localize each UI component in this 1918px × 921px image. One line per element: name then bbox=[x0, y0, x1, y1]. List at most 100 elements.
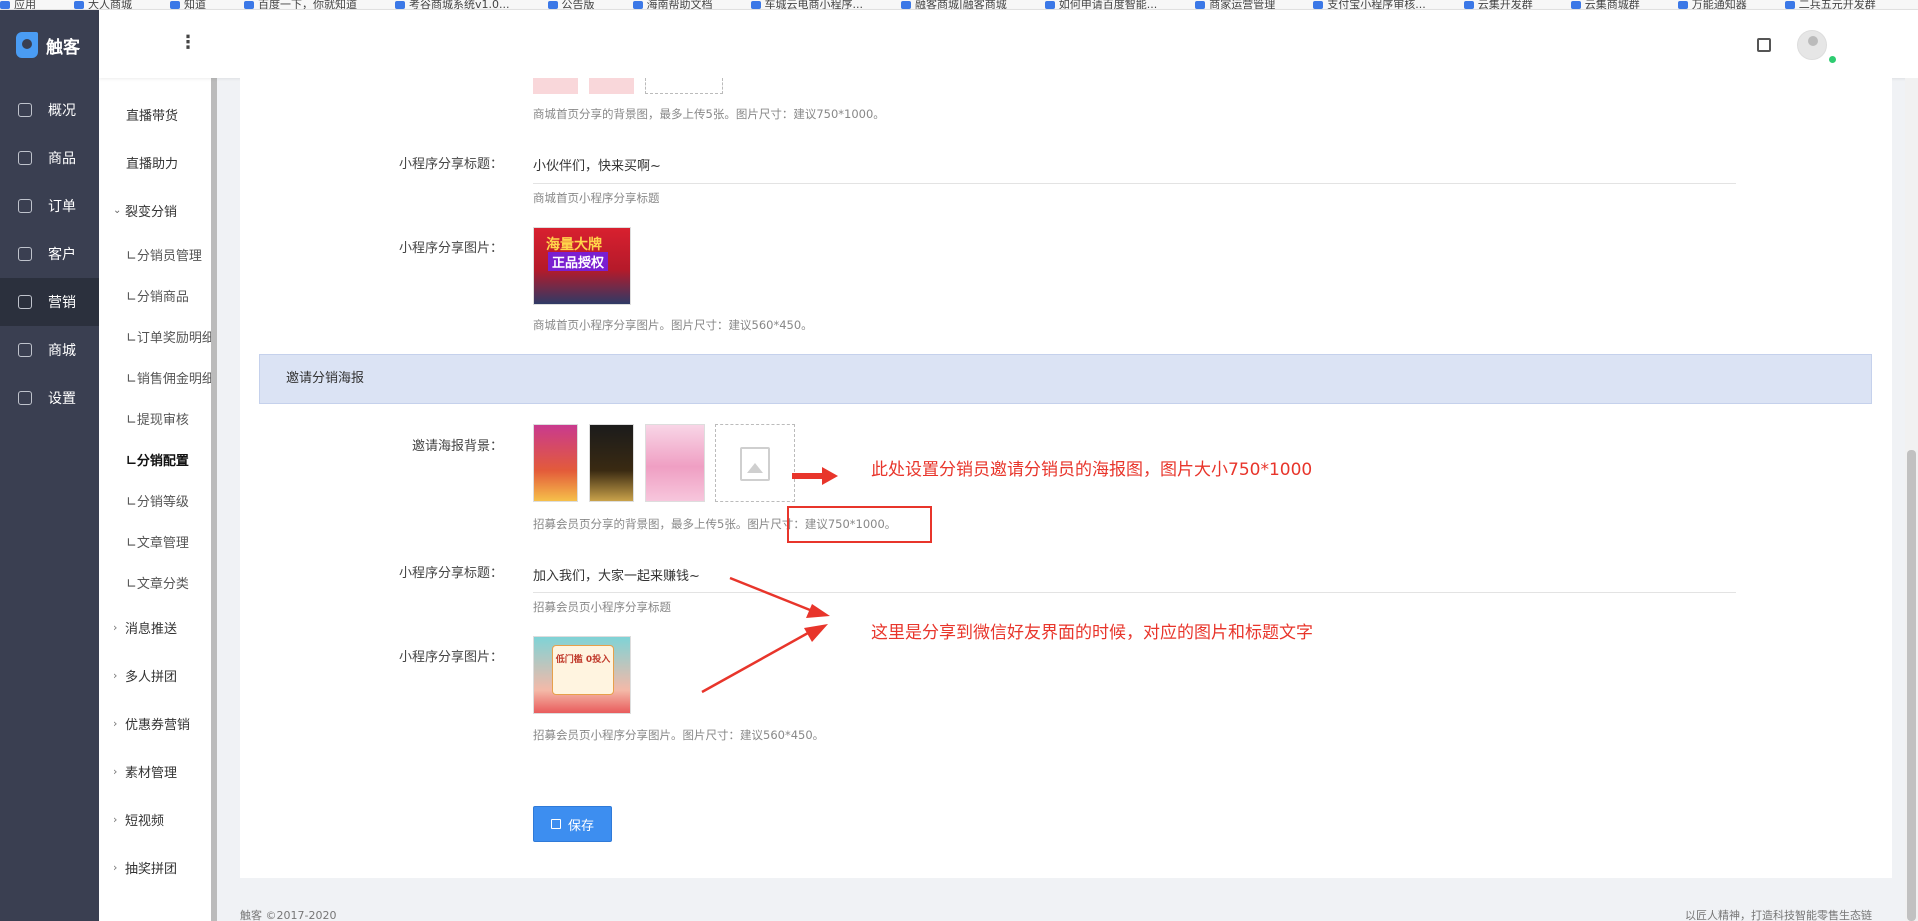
invite-title-label: 小程序分享标题： bbox=[398, 566, 503, 581]
share-title-help: 商城首页小程序分享标题 bbox=[533, 191, 660, 205]
tag-icon bbox=[18, 295, 32, 309]
shop-icon bbox=[18, 343, 32, 357]
chevron-right-icon: › bbox=[113, 668, 118, 682]
nav-item-4[interactable]: 营销 bbox=[0, 278, 99, 326]
poster-bg-label: 邀请海报背景： bbox=[411, 439, 503, 454]
save-label: 保存 bbox=[567, 818, 594, 834]
invite-card: 低门槛 0投入 bbox=[552, 645, 614, 695]
poster-thumb-1[interactable] bbox=[533, 424, 578, 502]
sub-collapsed-label: 短视频 bbox=[125, 813, 165, 829]
sub-child-item[interactable]: ∟订单奖励明细 bbox=[99, 316, 211, 357]
nav-item-5[interactable]: 商城 bbox=[0, 326, 99, 374]
brand-name: 触客 bbox=[46, 37, 80, 58]
sub-child-item[interactable]: ∟分销等级 bbox=[99, 480, 211, 521]
sub-collapsed-item[interactable]: › 消息推送 bbox=[99, 603, 211, 651]
top-header: ⋮ bbox=[99, 10, 1918, 78]
sub-child-item[interactable]: ∟文章分类 bbox=[99, 562, 211, 603]
sub-sidebar-scrollbar[interactable] bbox=[211, 78, 217, 921]
bookmark-item[interactable]: 商家运营管理 bbox=[1195, 0, 1275, 9]
grid-icon bbox=[18, 151, 32, 165]
sub-child-item[interactable]: ∟销售佣金明细 bbox=[99, 357, 211, 398]
home-bg-thumb-1[interactable] bbox=[533, 78, 578, 94]
bookmark-item[interactable]: 考谷商城系统v1.0... bbox=[395, 0, 510, 9]
sub-item[interactable]: 直播助力 bbox=[99, 138, 211, 186]
nav-item-label: 商品 bbox=[48, 151, 76, 167]
logo-icon bbox=[16, 32, 38, 58]
dashboard-icon bbox=[18, 103, 32, 117]
brand-logo[interactable]: 触客 bbox=[0, 10, 99, 80]
invite-title-input[interactable]: 加入我们，大家一起来赚钱~ bbox=[533, 565, 700, 584]
poster-upload-button[interactable] bbox=[715, 424, 795, 502]
bookmark-item[interactable]: 车城云电商小程序... bbox=[750, 0, 863, 9]
bookmark-item[interactable]: 万能通知器 bbox=[1677, 0, 1747, 9]
avatar[interactable] bbox=[1797, 30, 1827, 60]
bookmark-item[interactable]: 百度一下，你就知道 bbox=[244, 0, 357, 9]
nav-item-6[interactable]: 设置 bbox=[0, 374, 99, 422]
chevron-right-icon: › bbox=[113, 716, 118, 730]
share-image-help: 商城首页小程序分享图片。图片尺寸：建议560*450。 bbox=[533, 318, 813, 332]
invite-image-thumb[interactable]: 低门槛 0投入 bbox=[533, 636, 631, 714]
share-title-input[interactable]: 小伙伴们，快来买啊~ bbox=[533, 155, 661, 174]
poster-thumb-3[interactable] bbox=[645, 424, 705, 502]
chevron-right-icon: › bbox=[113, 620, 118, 634]
nav-item-2[interactable]: 订单 bbox=[0, 182, 99, 230]
calendar-icon bbox=[18, 199, 32, 213]
bookmark-item[interactable]: 云集商城群 bbox=[1570, 0, 1640, 9]
bookmark-item[interactable]: 融客商城|融客商城 bbox=[901, 0, 1007, 9]
sub-collapsed-item[interactable]: › 抽奖拼团 bbox=[99, 843, 211, 891]
sub-collapsed-item[interactable]: › 短视频 bbox=[99, 795, 211, 843]
invite-title-help: 招募会员页小程序分享标题 bbox=[533, 600, 671, 614]
invite-card-text: 低门槛 0投入 bbox=[555, 655, 611, 665]
nav-item-label: 概况 bbox=[48, 103, 76, 119]
sub-item[interactable]: 直播带货 bbox=[99, 90, 211, 138]
sub-nav: 营销直播带货直播助力⌄裂变分销∟分销员管理∟分销商品∟订单奖励明细∟销售佣金明细… bbox=[99, 42, 211, 891]
nav-item-label: 商城 bbox=[48, 343, 76, 359]
home-bg-help: 商城首页分享的背景图，最多上传5张。图片尺寸：建议750*1000。 bbox=[533, 107, 885, 121]
more-vertical-icon[interactable]: ⋮ bbox=[179, 32, 197, 53]
main-nav: 概况商品订单客户营销商城设置 bbox=[0, 86, 99, 422]
save-button[interactable]: 保存 bbox=[533, 806, 612, 842]
fullscreen-icon[interactable] bbox=[1757, 38, 1771, 52]
sub-child-item[interactable]: ∟文章管理 bbox=[99, 521, 211, 562]
nav-item-1[interactable]: 商品 bbox=[0, 134, 99, 182]
sub-group-open[interactable]: ⌄ 裂变分销 bbox=[99, 186, 211, 234]
chevron-down-icon: ⌄ bbox=[113, 204, 122, 216]
share-image-label: 小程序分享图片： bbox=[398, 241, 503, 256]
gear-icon bbox=[18, 391, 32, 405]
bookmark-item[interactable]: 应用 bbox=[0, 0, 36, 9]
sub-collapsed-item[interactable]: › 素材管理 bbox=[99, 747, 211, 795]
sub-collapsed-label: 抽奖拼团 bbox=[125, 861, 178, 877]
bookmark-item[interactable]: 海南帮助文档 bbox=[632, 0, 713, 9]
page-scrollbar-thumb[interactable] bbox=[1907, 450, 1916, 921]
bookmark-item[interactable]: 如何申请百度智能... bbox=[1044, 0, 1157, 9]
sub-child-item[interactable]: ∟提现审核 bbox=[99, 398, 211, 439]
nav-item-label: 营销 bbox=[48, 295, 76, 311]
bookmark-item[interactable]: 二兵五元开发群 bbox=[1784, 0, 1876, 9]
sub-collapsed-label: 素材管理 bbox=[125, 765, 178, 781]
share-image-thumb[interactable]: 海量大牌 正品授权 bbox=[533, 227, 631, 305]
sub-sidebar: 营销直播带货直播助力⌄裂变分销∟分销员管理∟分销商品∟订单奖励明细∟销售佣金明细… bbox=[99, 10, 211, 921]
sub-collapsed-item[interactable]: › 多人拼团 bbox=[99, 651, 211, 699]
bookmark-item[interactable]: 公告版 bbox=[547, 0, 595, 9]
sub-child-item[interactable]: ∟分销配置 bbox=[99, 439, 211, 480]
home-bg-thumb-2[interactable] bbox=[589, 78, 634, 94]
sub-child-item[interactable]: ∟分销员管理 bbox=[99, 234, 211, 275]
sub-child-item[interactable]: ∟分销商品 bbox=[99, 275, 211, 316]
bookmark-item[interactable]: 知道 bbox=[170, 0, 206, 9]
home-bg-upload[interactable] bbox=[645, 78, 723, 94]
bookmark-item[interactable]: 大人商城 bbox=[74, 0, 132, 9]
bookmark-item[interactable]: 云集开发群 bbox=[1463, 0, 1533, 9]
share-banner-line1: 海量大牌 bbox=[546, 237, 602, 253]
bookmark-item[interactable]: 支付宝小程序审核... bbox=[1313, 0, 1426, 9]
poster-thumb-2[interactable] bbox=[589, 424, 634, 502]
nav-item-0[interactable]: 概况 bbox=[0, 86, 99, 134]
invite-title-underline bbox=[533, 592, 1736, 593]
nav-item-3[interactable]: 客户 bbox=[0, 230, 99, 278]
bookmarks-bar: 应用 大人商城 知道 百度一下，你就知道 考谷商城系统v1.0... 公告版 海南帮助文档 车… bbox=[0, 0, 1918, 10]
page-footer: 触客 ©2017-2020 以匠人精神，打造科技智能零售生态链 bbox=[240, 900, 1892, 921]
share-annotation: 这里是分享到微信好友界面的时候，对应的图片和标题文字 bbox=[871, 623, 1313, 643]
save-disk-icon bbox=[550, 819, 561, 829]
nav-item-label: 客户 bbox=[48, 247, 76, 263]
nav-item-label: 订单 bbox=[48, 199, 76, 215]
sub-collapsed-item[interactable]: › 优惠券营销 bbox=[99, 699, 211, 747]
